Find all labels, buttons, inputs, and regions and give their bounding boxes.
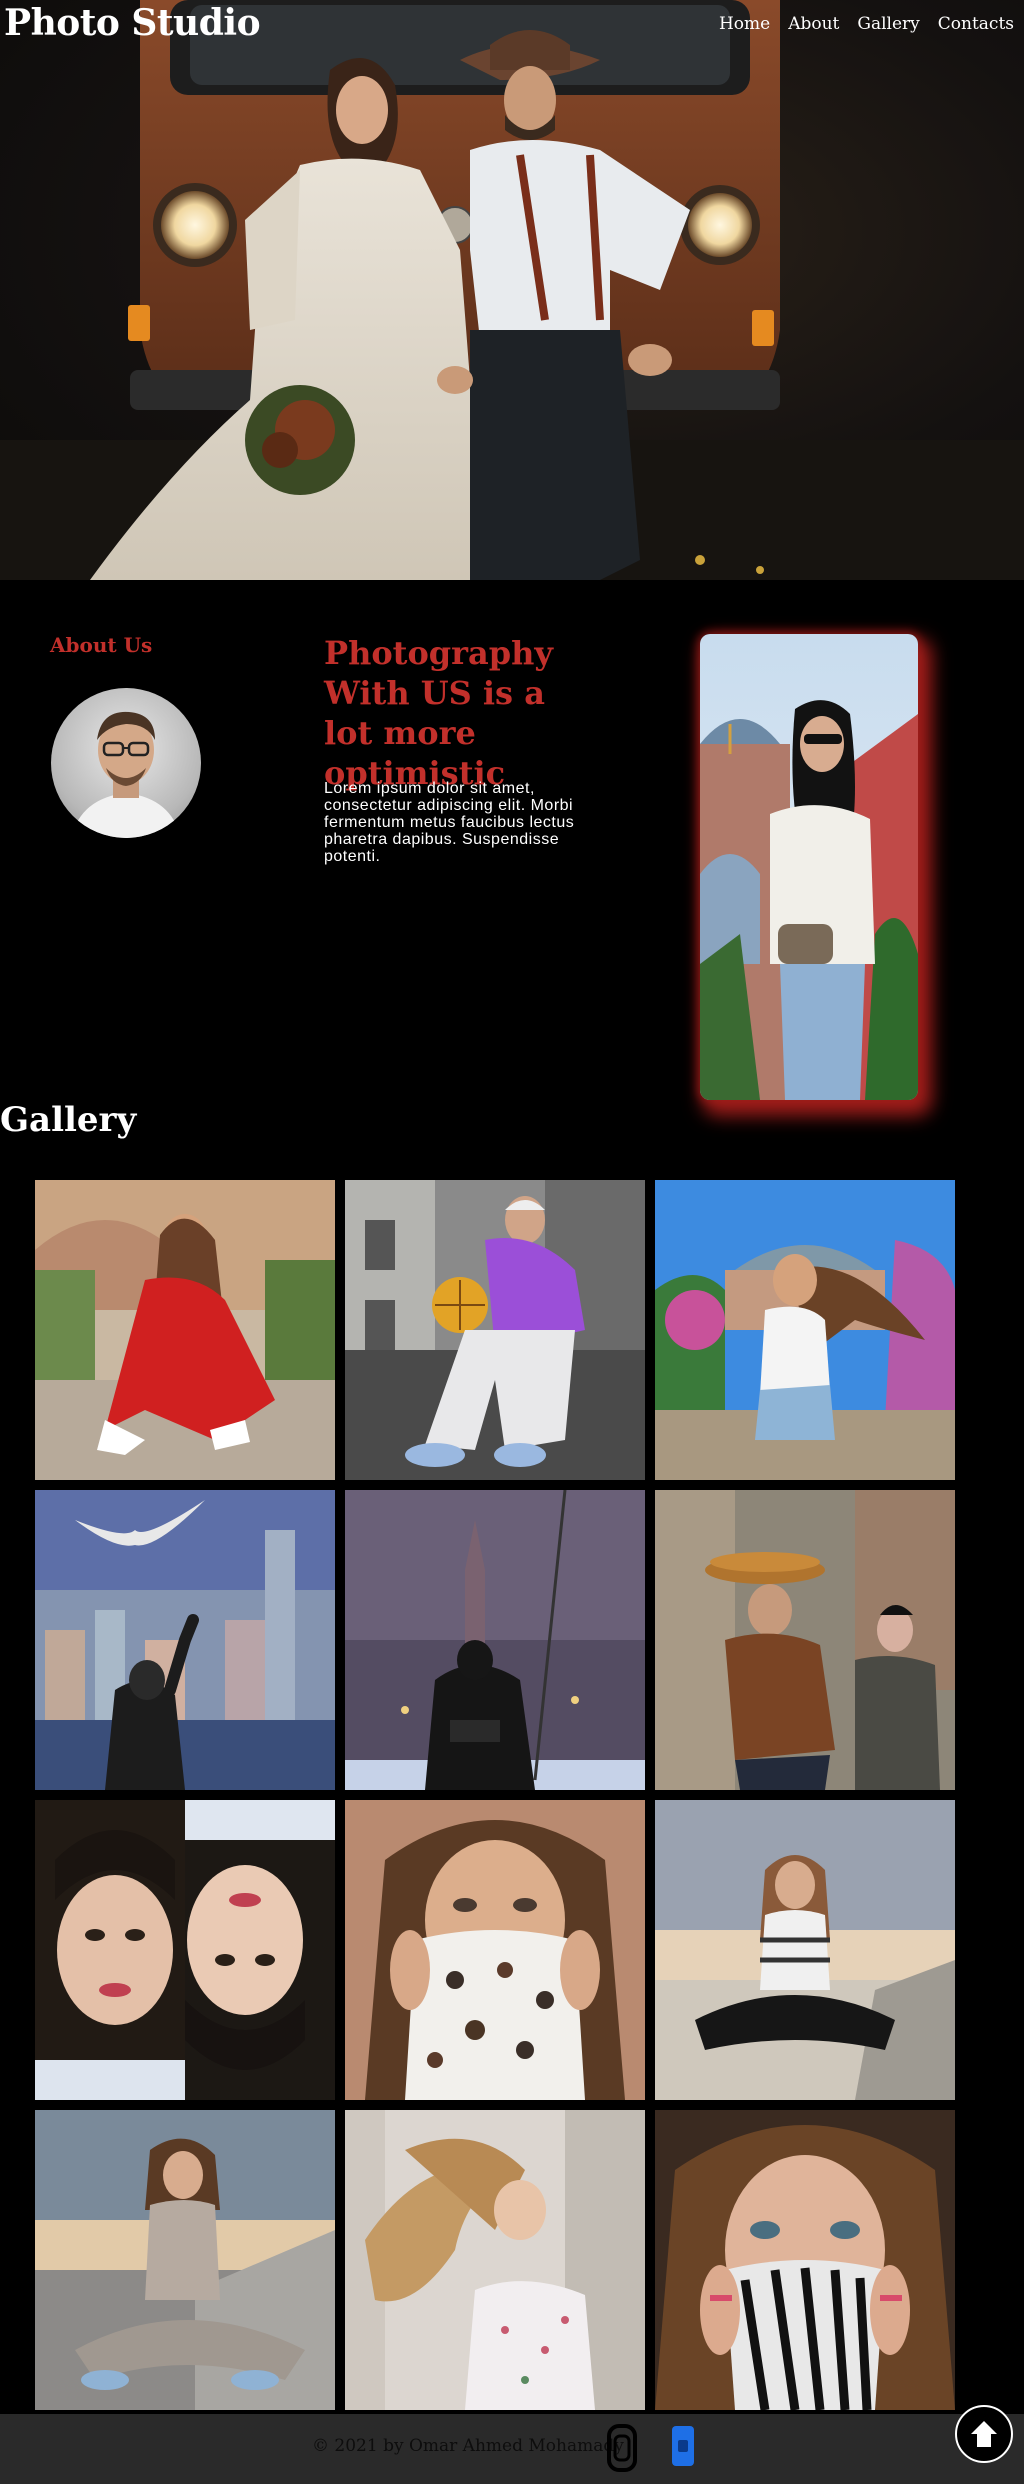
hero-photo: 3494 [0, 0, 1024, 580]
nav-about[interactable]: About [788, 14, 839, 34]
gallery-photo-image [345, 1800, 645, 2100]
avatar [51, 688, 201, 838]
gallery-photo-image [345, 1490, 645, 1790]
gallery-photo-image [35, 1800, 335, 2100]
feature-photo [700, 634, 918, 1100]
gallery-title: Gallery [0, 1100, 137, 1140]
gallery-photo-image [35, 1490, 335, 1790]
gallery-photo[interactable] [35, 1180, 335, 1480]
gallery-photo[interactable] [655, 1490, 955, 1790]
gallery-photo-image [35, 2110, 335, 2410]
gallery-photo-image [345, 1180, 645, 1480]
gallery-photo[interactable] [35, 1490, 335, 1790]
gallery-photo[interactable] [655, 1180, 955, 1480]
gallery-photo-image [345, 2110, 645, 2410]
about-body: Lorem ipsum dolor sit amet, consectetur … [324, 780, 575, 865]
gallery-photo-image [655, 1180, 955, 1480]
main-nav: Home About Gallery Contacts [719, 14, 1014, 34]
gallery-photo[interactable] [655, 1800, 955, 2100]
gallery-photo[interactable] [345, 1800, 645, 2100]
gallery-photo-image [655, 2110, 955, 2410]
gallery-photo-image [655, 1490, 955, 1790]
about-tagline: Photography With US is a lot more optimi… [324, 634, 553, 792]
gallery-photo[interactable] [345, 2110, 645, 2410]
site-brand[interactable]: Photo Studio [4, 2, 261, 44]
feature-photo-frame [700, 634, 918, 1100]
hero-banner: 3494 Photo Studio Home About Gallery Con… [0, 0, 1024, 580]
back-to-top-button[interactable] [955, 2405, 1013, 2463]
copyright-text: © 2021 by Omar Ahmed Mohamady [312, 2436, 624, 2456]
nav-contacts[interactable]: Contacts [938, 14, 1014, 34]
gallery-photo[interactable] [35, 1800, 335, 2100]
nav-gallery[interactable]: Gallery [857, 14, 919, 34]
gallery-grid [35, 1180, 955, 2410]
gallery-photo[interactable] [35, 2110, 335, 2410]
site-footer: © 2021 by Omar Ahmed Mohamady [0, 2414, 1024, 2484]
about-heading: About Us [50, 633, 153, 657]
gallery-photo[interactable] [345, 1180, 645, 1480]
gallery-photo[interactable] [655, 2110, 955, 2410]
facebook-icon[interactable] [672, 2426, 694, 2466]
gallery-photo[interactable] [345, 1490, 645, 1790]
gallery-photo-image [655, 1800, 955, 2100]
gallery-photo-image [35, 1180, 335, 1480]
instagram-icon[interactable] [607, 2424, 637, 2472]
arrow-up-icon [971, 2421, 997, 2447]
nav-home[interactable]: Home [719, 14, 770, 34]
avatar-photo [71, 711, 181, 838]
